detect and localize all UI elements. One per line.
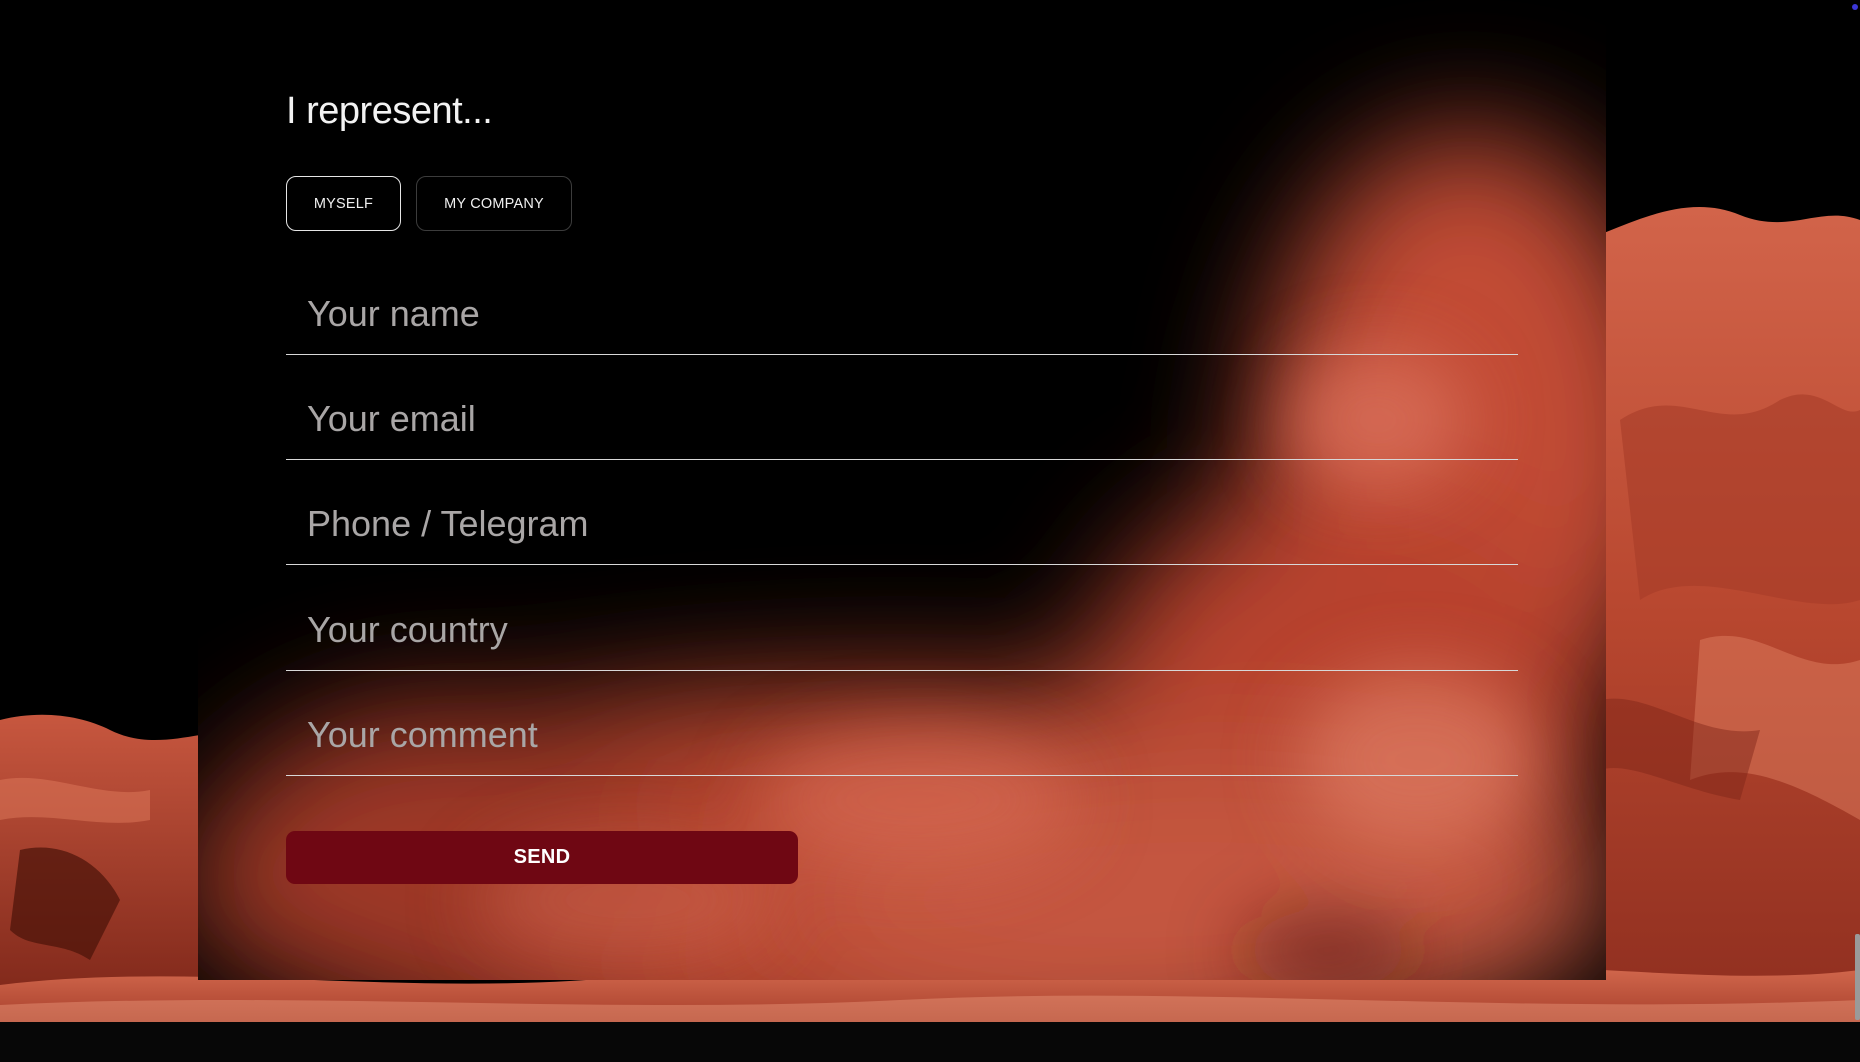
contact-page: I represent... MYSELF MY COMPANY SEND xyxy=(0,0,1860,1062)
toggle-myself-button[interactable]: MYSELF xyxy=(286,176,401,231)
email-field-row xyxy=(286,397,1518,460)
comment-field-row xyxy=(286,713,1518,776)
toggle-myself-label: MYSELF xyxy=(313,195,374,212)
name-field-row xyxy=(286,292,1518,355)
name-input[interactable] xyxy=(286,292,1518,354)
scrollbar-thumb[interactable] xyxy=(1855,934,1860,1020)
phone-field-row xyxy=(286,502,1518,565)
country-input[interactable] xyxy=(286,608,1518,670)
scrollbar-track[interactable] xyxy=(1854,0,1860,1022)
toggle-my-company-button[interactable]: MY COMPANY xyxy=(416,176,572,231)
comment-input[interactable] xyxy=(286,713,1518,775)
form-heading: I represent... xyxy=(286,90,493,132)
status-dot-icon xyxy=(1852,4,1858,10)
contact-form: I represent... MYSELF MY COMPANY SEND xyxy=(286,0,1518,1000)
country-field-row xyxy=(286,608,1518,671)
page-bottom-bar xyxy=(0,1022,1860,1062)
send-button[interactable]: SEND xyxy=(286,831,798,884)
email-input[interactable] xyxy=(286,397,1518,459)
phone-telegram-input[interactable] xyxy=(286,502,1518,564)
toggle-my-company-label: MY COMPANY xyxy=(444,195,544,212)
